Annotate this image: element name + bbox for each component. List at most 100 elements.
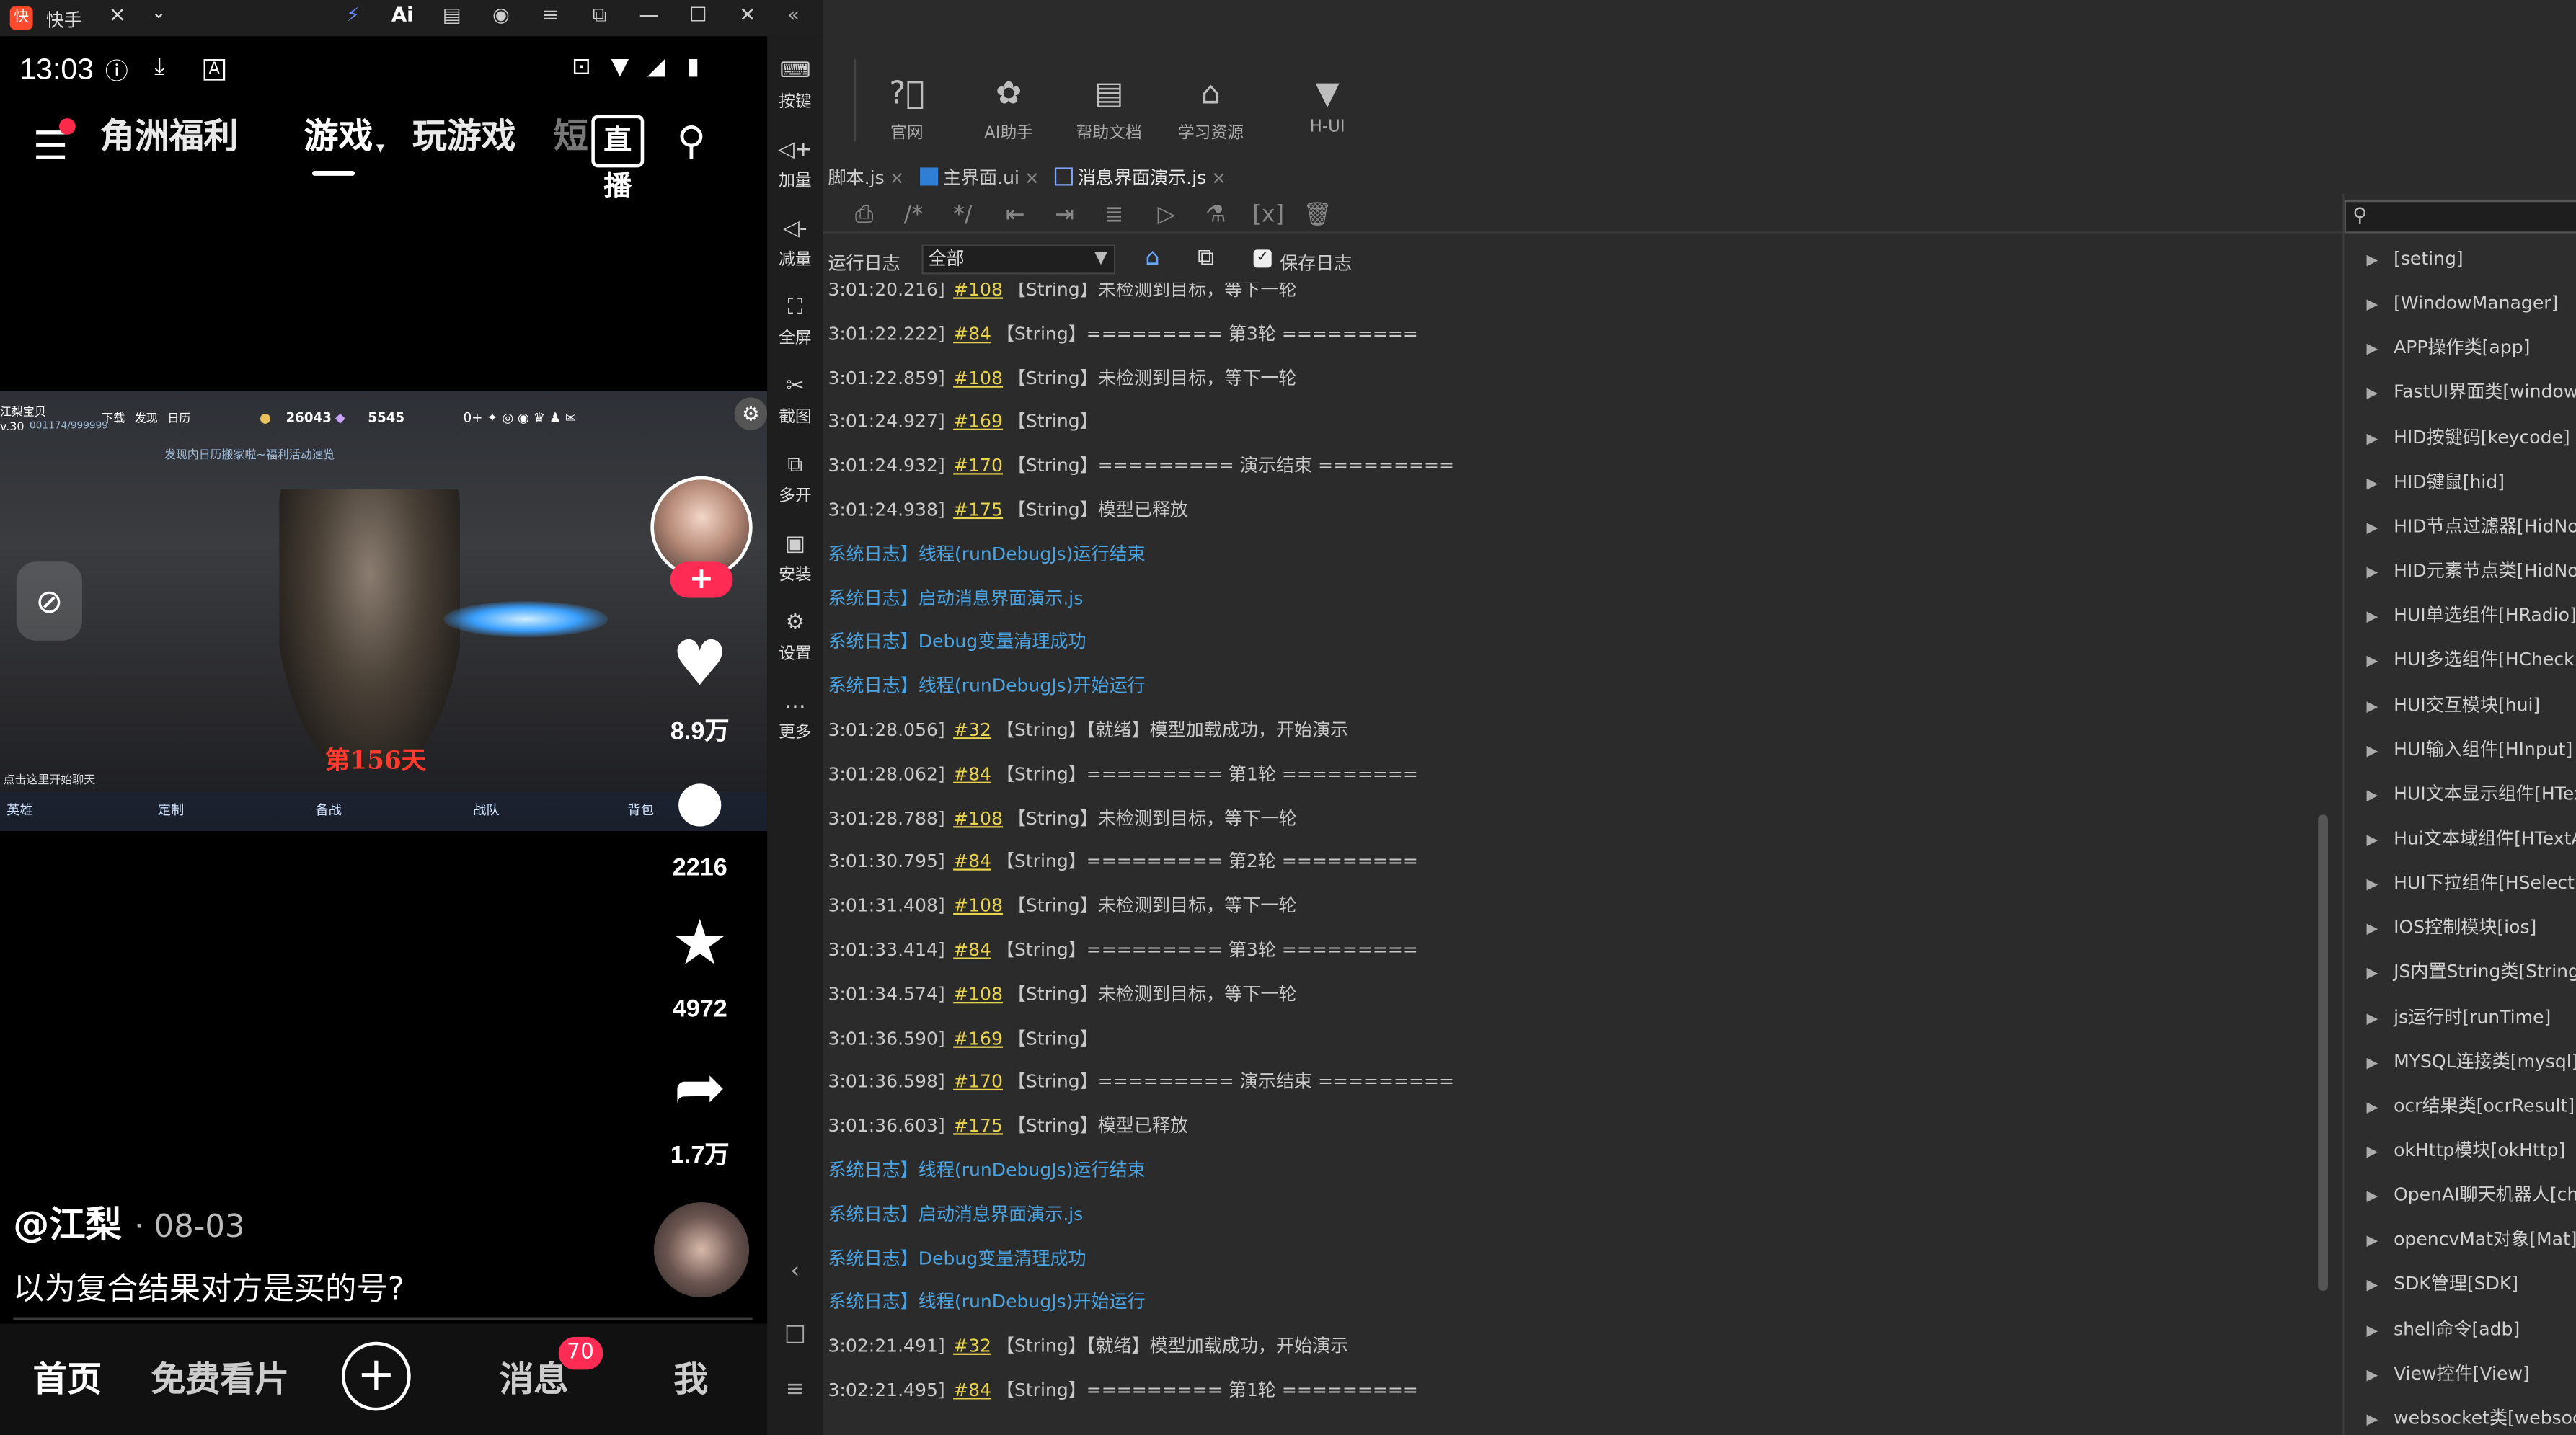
api-tree-item[interactable]: ▶ FastUI界面类[window]	[2345, 370, 2576, 415]
expand-arrow-icon[interactable]: ▶	[2351, 819, 2394, 861]
log-line-link[interactable]: #108	[953, 283, 1003, 301]
api-tree-item[interactable]: ▶websocket类[websocke	[2345, 1396, 2576, 1435]
expand-arrow-icon[interactable]: ▶	[2351, 463, 2394, 504]
log-scrollbar[interactable]	[2318, 814, 2328, 1292]
post-author[interactable]: @江梨 · 08-03	[13, 1196, 244, 1248]
api-tree-item[interactable]: ▶ HUI交互模块[hui]	[2345, 683, 2576, 727]
expand-arrow-icon[interactable]: ▶	[2351, 1354, 2394, 1395]
api-tree-item[interactable]: ▶ APP操作类[app]	[2345, 326, 2576, 370]
expand-arrow-icon[interactable]: ▶	[2351, 507, 2394, 548]
log-output[interactable]: 3:01:20.216] #108 【String】未检测到目标，等下一轮 3:01:…	[823, 282, 2327, 1435]
log-filter-select[interactable]: 全部 ▼	[921, 244, 1116, 275]
expand-arrow-icon[interactable]: ▶	[2351, 954, 2394, 995]
log-line-link[interactable]: #84	[953, 1380, 991, 1401]
indent-left-icon[interactable]: ⇤	[997, 202, 1033, 228]
game-gear-icon[interactable]: ⚙	[734, 397, 768, 431]
log-line-link[interactable]: #84	[953, 323, 991, 345]
log-line-link[interactable]: #108	[953, 983, 1003, 1005]
api-tree-item[interactable]: ▶ js运行时[runTime]	[2345, 995, 2576, 1039]
indent-right-icon[interactable]: ⇥	[1047, 202, 1083, 228]
print-icon[interactable]: ⎙	[846, 202, 882, 228]
lightning-icon[interactable]: ⚡	[338, 4, 368, 27]
expand-arrow-icon[interactable]: ▶	[2351, 1087, 2394, 1128]
api-tree-item[interactable]: ▶ View控件[View]	[2345, 1351, 2576, 1396]
tab-play-games[interactable]: 玩游戏	[407, 119, 521, 154]
expand-arrow-icon[interactable]: ▶	[2351, 1266, 2394, 1307]
nav-messages[interactable]: 消息	[500, 1354, 569, 1403]
log-line-link[interactable]: #84	[953, 851, 991, 873]
close-icon[interactable]: ✕	[732, 4, 762, 27]
expand-arrow-icon[interactable]: ▶	[2351, 1132, 2394, 1173]
api-tree-item[interactable]: ▶ okHttp模块[okHttp]	[2345, 1128, 2576, 1173]
minimize-icon[interactable]: —	[634, 4, 664, 27]
flask-icon[interactable]: ⚗	[1198, 202, 1234, 228]
api-tree-item[interactable]: ▶ HID按键码[keycode]	[2345, 415, 2576, 460]
log-line-link[interactable]: #84	[953, 763, 991, 785]
tab-short[interactable]: 短	[549, 119, 593, 154]
share-icon[interactable]: ➦	[650, 1051, 749, 1123]
api-tree-item[interactable]: ▶ shell命令[adb]	[2345, 1307, 2576, 1351]
export-log-icon[interactable]: ⧉	[1198, 245, 1214, 271]
expand-arrow-icon[interactable]: ▶	[2351, 1399, 2394, 1435]
log-line-link[interactable]: #108	[953, 895, 1003, 917]
tool-fullscreen[interactable]: ⛶ 全屏	[767, 296, 823, 348]
user-icon[interactable]: ◉	[486, 4, 515, 27]
tab-script-js[interactable]: 脚本.js ×	[823, 164, 910, 194]
expand-arrow-icon[interactable]: ▶	[2351, 552, 2394, 593]
tab-dropdown-icon[interactable]: ▾	[371, 135, 389, 164]
expand-arrow-icon[interactable]: ▶	[2351, 998, 2394, 1039]
tab-games[interactable]: 游戏	[299, 119, 378, 154]
log-line-link[interactable]: #32	[953, 719, 991, 741]
tool-multi[interactable]: ⧉ 多开	[767, 453, 823, 506]
api-tree-item[interactable]: ▶ HUI下拉组件[HSelect]	[2345, 861, 2576, 905]
toolbar-learning[interactable]: ⌂ 学习资源	[1161, 72, 1260, 143]
api-tree-item[interactable]: ▶ ocr结果类[ocrResult]	[2345, 1084, 2576, 1129]
api-tree-item[interactable]: ▶HID节点过滤器[HidNode	[2345, 504, 2576, 548]
tab-close-icon[interactable]: ×	[889, 167, 904, 189]
expand-arrow-icon[interactable]: ▶	[2351, 329, 2394, 370]
menu-icon[interactable]: ≡	[536, 4, 565, 27]
expand-arrow-icon[interactable]: ▶	[2351, 730, 2394, 771]
tool-settings[interactable]: ⚙ 设置	[767, 611, 823, 664]
ai-icon[interactable]: Ai	[388, 4, 417, 27]
api-tree-item[interactable]: ▶ HUI文本显示组件[HText	[2345, 772, 2576, 817]
clear-log-icon[interactable]: ⌂	[1145, 245, 1159, 271]
expand-arrow-icon[interactable]: ▶	[2351, 641, 2394, 682]
follow-plus-button[interactable]: +	[670, 561, 733, 598]
toolbar-help-docs[interactable]: ▤ 帮助文档	[1060, 72, 1159, 143]
heart-icon[interactable]: ♥	[650, 627, 749, 699]
expand-arrow-icon[interactable]: ▶	[2351, 373, 2394, 414]
api-tree-item[interactable]: ▶ [seting]	[2345, 236, 2576, 281]
tool-more[interactable]: … 更多	[767, 690, 823, 742]
maximize-icon[interactable]: ☐	[683, 4, 713, 27]
log-line-link[interactable]: #170	[953, 1072, 1003, 1093]
collapse-icon[interactable]: «	[779, 4, 808, 27]
api-tree-item[interactable]: ▶ HUI单选组件[HRadio]	[2345, 593, 2576, 638]
log-line-link[interactable]: #108	[953, 368, 1003, 389]
expand-arrow-icon[interactable]: ▶	[2351, 418, 2394, 459]
comment-icon[interactable]: /*	[895, 202, 931, 228]
api-tree-item[interactable]: ▶ Hui文本域组件[HTextAr	[2345, 816, 2576, 861]
api-tree-item[interactable]: ▶ HID键鼠[hid]	[2345, 459, 2576, 504]
expand-arrow-icon[interactable]: ▶	[2351, 597, 2394, 638]
expand-arrow-icon[interactable]: ▶	[2351, 1310, 2394, 1351]
star-icon[interactable]: ★	[650, 907, 749, 979]
trash-icon[interactable]: 🗑	[1299, 202, 1335, 228]
log-line-link[interactable]: #169	[953, 412, 1003, 433]
video-player[interactable]: 江梨宝贝 v.30 001174/999999 下载 发现 日历 ● 26043…	[0, 391, 768, 832]
log-line-link[interactable]: #32	[953, 1336, 991, 1357]
nav-me[interactable]: 我	[673, 1354, 708, 1403]
log-line-link[interactable]: #108	[953, 807, 1003, 829]
tab-close-icon[interactable]: ×	[1211, 167, 1226, 189]
api-tree-item[interactable]: ▶HID元素节点类[HidNode	[2345, 548, 2576, 593]
tab-welfare[interactable]: 角洲福利	[95, 119, 243, 154]
tool-keys[interactable]: ⌨ 按键	[767, 59, 823, 112]
api-tree-item[interactable]: ▶ HUI输入组件[HInput]	[2345, 727, 2576, 772]
api-search-input[interactable]: ⚲	[2344, 200, 2576, 234]
store-icon[interactable]: ▤	[437, 4, 466, 27]
author-name[interactable]: @江梨	[13, 1206, 121, 1247]
nav-home[interactable]: 首页	[33, 1354, 102, 1403]
android-back-icon[interactable]: ‹	[767, 1258, 823, 1284]
log-line-link[interactable]: #175	[953, 499, 1003, 521]
uncomment-icon[interactable]: */	[944, 202, 981, 228]
